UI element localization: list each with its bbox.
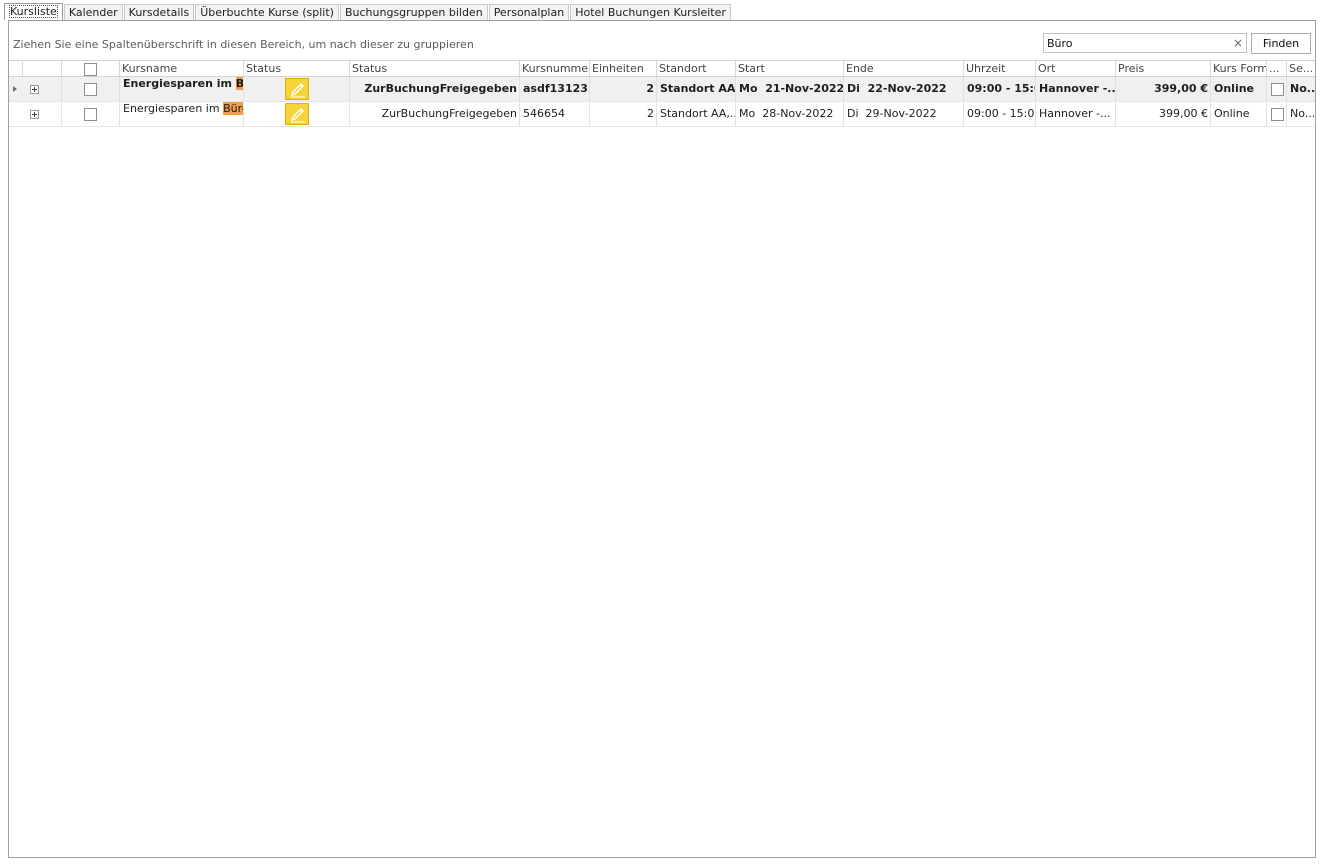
- row-select-cell: [62, 77, 120, 101]
- kursform-cell: Online: [1211, 102, 1267, 126]
- status-icon-cell: [244, 77, 350, 101]
- end-day: Di: [847, 82, 860, 95]
- standort-cell: Standort AA,...: [657, 77, 736, 101]
- header-ende[interactable]: Ende: [844, 61, 964, 76]
- search-match-highlight: Büro: [223, 102, 243, 115]
- plus-box-icon[interactable]: [30, 109, 39, 119]
- select-all-checkbox[interactable]: [84, 62, 97, 76]
- kursnummer-cell: asdf13123: [520, 77, 590, 101]
- find-button[interactable]: Finden: [1251, 33, 1311, 54]
- col-a-cell: [1267, 77, 1287, 101]
- group-by-panel[interactable]: Ziehen Sie eine Spaltenüberschrift in di…: [9, 21, 1315, 60]
- ort-cell: Hannover -...: [1036, 102, 1116, 126]
- header-start[interactable]: Start: [736, 61, 844, 76]
- header-kursform[interactable]: Kurs Form: [1211, 61, 1267, 76]
- start-cell: Mo 21-Nov-2022: [736, 77, 844, 101]
- header-preis[interactable]: Preis: [1116, 61, 1211, 76]
- col-b-cell: No...: [1290, 107, 1315, 120]
- start-day: Mo: [739, 107, 756, 120]
- header-expander: [23, 61, 62, 76]
- header-einheiten[interactable]: Einheiten: [590, 61, 657, 76]
- ende-cell: Di 22-Nov-2022: [844, 77, 964, 101]
- course-list-panel: Ziehen Sie eine Spaltenüberschrift in di…: [8, 20, 1316, 858]
- tab-kursliste[interactable]: Kursliste: [4, 3, 63, 20]
- preis-cell: 399,00 €: [1116, 77, 1211, 101]
- tab-kalender[interactable]: Kalender: [63, 4, 123, 20]
- uhrzeit-cell: 09:00 - 15:00: [964, 77, 1036, 101]
- search-match-highlight: Büro: [235, 77, 243, 90]
- plus-box-icon[interactable]: [30, 84, 39, 94]
- table-row[interactable]: Energiesparen im Büro ZurBuchungFreigege…: [9, 102, 1315, 127]
- header-status-icon[interactable]: Status: [244, 61, 350, 76]
- header-col-a[interactable]: ...: [1267, 61, 1287, 76]
- row-select-cell: [62, 102, 120, 126]
- tab-buchungsgruppen[interactable]: Buchungsgruppen bilden: [339, 4, 488, 20]
- row-checkbox[interactable]: [84, 82, 97, 96]
- clear-icon[interactable]: ×: [1233, 36, 1243, 50]
- end-day: Di: [847, 107, 859, 120]
- start-day: Mo: [739, 82, 758, 95]
- kursname-text: Energiesparen im: [123, 77, 236, 90]
- tab-personalplan[interactable]: Personalplan: [488, 4, 570, 20]
- start-cell: Mo 28-Nov-2022: [736, 102, 844, 126]
- row-option-checkbox[interactable]: [1271, 107, 1284, 121]
- status-cell: ZurBuchungFreigegeben: [350, 102, 520, 126]
- row-checkbox[interactable]: [84, 107, 97, 121]
- header-ort[interactable]: Ort: [1036, 61, 1116, 76]
- grid-header: Kursname Status Status Kursnummer Einhei…: [9, 60, 1315, 77]
- header-col-b[interactable]: Se...: [1287, 61, 1315, 76]
- table-row[interactable]: Energiesparen im Büro ZurBuchungFreigege…: [9, 77, 1315, 102]
- header-select-all: [62, 61, 120, 76]
- header-indicator: [9, 61, 23, 76]
- expander-cell: [23, 77, 62, 101]
- header-status[interactable]: Status: [350, 61, 520, 76]
- status-icon-cell: [244, 102, 350, 126]
- einheiten-cell: 2: [590, 102, 657, 126]
- kursname-cell: Energiesparen im Büro: [120, 77, 244, 101]
- course-grid: Kursname Status Status Kursnummer Einhei…: [9, 60, 1315, 127]
- row-indicator-icon: [13, 86, 17, 92]
- header-kursnummer[interactable]: Kursnummer: [520, 61, 590, 76]
- start-date: 28-Nov-2022: [762, 107, 834, 120]
- tab-hotel-buchungen[interactable]: Hotel Buchungen Kursleiter: [570, 4, 731, 20]
- tab-kursdetails[interactable]: Kursdetails: [123, 4, 195, 20]
- end-date: 22-Nov-2022: [867, 82, 947, 95]
- pencil-icon-graphic: [290, 83, 305, 98]
- kursname-text: Energiesparen im: [123, 102, 224, 115]
- kursname-cell: Energiesparen im Büro: [120, 102, 244, 126]
- ende-cell: Di 29-Nov-2022: [844, 102, 964, 126]
- tab-strip: Kursliste Kalender Kursdetails Überbucht…: [4, 3, 732, 20]
- uhrzeit-cell: 09:00 - 15:00: [964, 102, 1036, 126]
- search-input[interactable]: [1044, 34, 1224, 52]
- preis-cell: 399,00 €: [1116, 102, 1211, 126]
- search-box: ×: [1043, 33, 1247, 53]
- kursnummer-cell: 546654: [520, 102, 590, 126]
- col-b-cell: No...: [1290, 82, 1315, 95]
- header-uhrzeit[interactable]: Uhrzeit: [964, 61, 1036, 76]
- header-standort[interactable]: Standort: [657, 61, 736, 76]
- pencil-icon-graphic: [290, 108, 305, 123]
- standort-cell: Standort AA,...: [657, 102, 736, 126]
- end-date: 29-Nov-2022: [865, 107, 937, 120]
- col-a-cell: [1267, 102, 1287, 126]
- einheiten-cell: 2: [590, 77, 657, 101]
- expander-cell: [23, 102, 62, 126]
- header-kursname[interactable]: Kursname: [120, 61, 244, 76]
- row-option-checkbox[interactable]: [1271, 82, 1284, 96]
- tab-ueberbuchte-kurse[interactable]: Überbuchte Kurse (split): [195, 4, 339, 20]
- pencil-icon[interactable]: [285, 103, 309, 125]
- group-by-hint: Ziehen Sie eine Spaltenüberschrift in di…: [13, 38, 474, 51]
- status-cell: ZurBuchungFreigegeben: [350, 77, 520, 101]
- start-date: 21-Nov-2022: [765, 82, 844, 95]
- ort-cell: Hannover -...: [1036, 77, 1116, 101]
- pencil-icon[interactable]: [285, 78, 309, 100]
- kursform-cell: Online: [1211, 77, 1267, 101]
